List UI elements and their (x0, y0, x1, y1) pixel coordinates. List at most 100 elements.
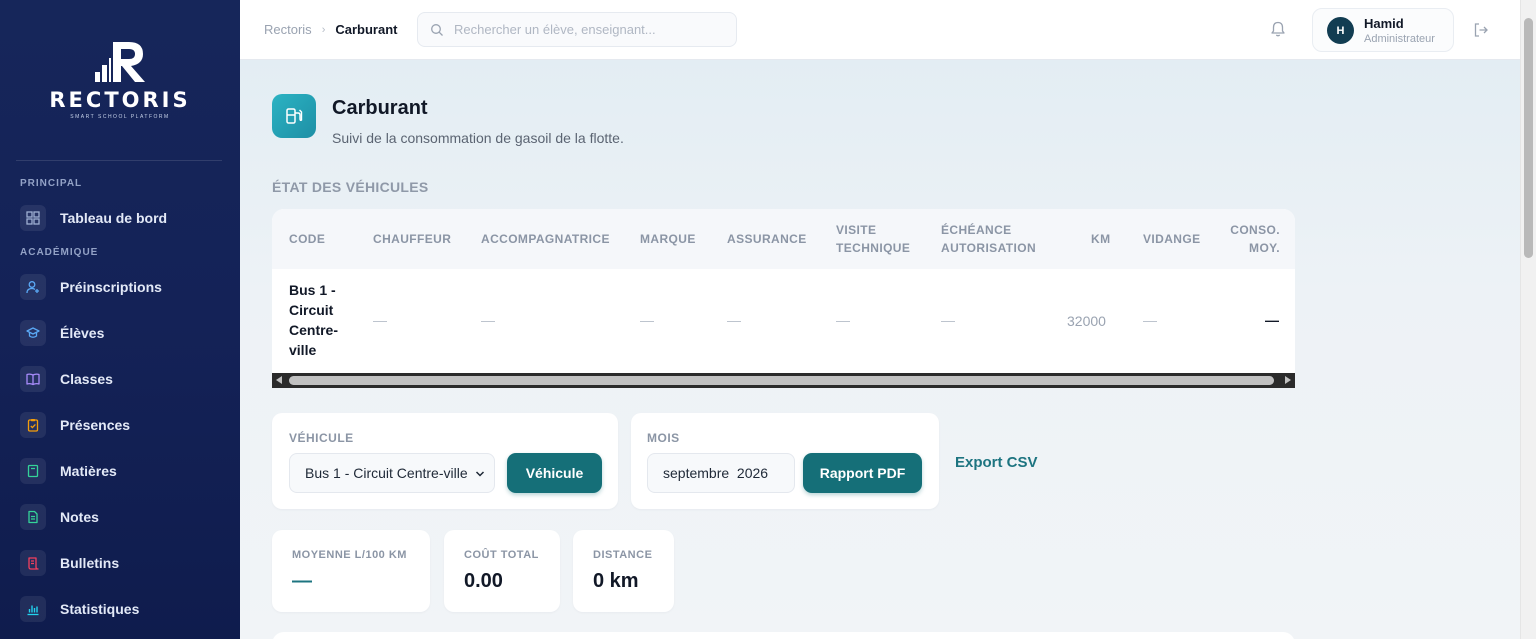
column-header-marque: MARQUE (640, 232, 696, 246)
sidebar-item-tableau-de-bord[interactable]: Tableau de bord (20, 203, 230, 233)
stat-card-distance: DISTANCE 0 km (573, 530, 674, 612)
cell-code: Bus 1 - Circuit Centre-ville (289, 282, 339, 358)
scrollbar-thumb[interactable] (1524, 18, 1533, 258)
user-role: Administrateur (1364, 33, 1435, 45)
sidebar-item-label: Classes (60, 371, 113, 387)
stat-value: 0.00 (464, 570, 503, 592)
cell-assurance: — (727, 312, 741, 328)
sidebar: RECTORIS SMART SCHOOL PLATFORM PRINCIPAL… (0, 0, 240, 639)
table-header: CODE CHAUFFEUR ACCOMPAGNATRICE MARQUE AS… (272, 209, 1295, 269)
stat-label: COÛT TOTAL (464, 549, 539, 561)
graduation-cap-icon (20, 320, 46, 346)
main-content: Carburant Suivi de la consommation de ga… (240, 60, 1520, 639)
notebook-icon (20, 458, 46, 484)
fuel-pump-icon (272, 94, 316, 138)
page-vertical-scrollbar[interactable] (1520, 0, 1536, 639)
sidebar-item-bulletins[interactable]: Bulletins (20, 548, 230, 578)
column-header-chauffeur: CHAUFFEUR (373, 232, 452, 246)
search-box[interactable] (417, 12, 737, 47)
topbar: Rectoris › Carburant H Hamid Administrat… (240, 0, 1520, 60)
logo-text: RECTORIS (49, 88, 191, 112)
cell-chauffeur: — (373, 312, 387, 328)
sidebar-item-statistiques[interactable]: Statistiques (20, 594, 230, 624)
column-header-accompagnatrice: ACCOMPAGNATRICE (481, 232, 610, 246)
logout-icon[interactable] (1472, 21, 1490, 39)
vehicle-select-value: Bus 1 - Circuit Centre-ville (305, 465, 468, 481)
breadcrumb: Rectoris › Carburant (264, 22, 397, 37)
user-name: Hamid (1364, 16, 1404, 31)
month-input-value: septembre 2026 (663, 465, 769, 481)
chevron-down-icon (475, 471, 485, 477)
cell-conso-moy: — (1265, 312, 1279, 328)
section-label-principal: PRINCIPAL (20, 178, 83, 189)
bell-icon[interactable] (1269, 20, 1287, 38)
avatar: H (1327, 17, 1354, 44)
sidebar-item-classes[interactable]: Classes (20, 364, 230, 394)
cell-km: 32000 (1067, 313, 1106, 329)
section-label-academique: ACADÉMIQUE (20, 247, 99, 258)
sidebar-item-label: Préinscriptions (60, 279, 162, 295)
column-header-echeance-autorisation: ÉCHÉANCE AUTORISATION (941, 223, 1037, 255)
sidebar-item-eleves[interactable]: Élèves (20, 318, 230, 348)
sidebar-item-presences[interactable]: Présences (20, 410, 230, 440)
cell-visite-technique: — (836, 312, 850, 328)
sidebar-item-label: Matières (60, 463, 117, 479)
stat-value: — (292, 570, 312, 592)
dashboard-icon (20, 205, 46, 231)
column-header-km: KM (1091, 232, 1111, 246)
vehicles-table: CODE CHAUFFEUR ACCOMPAGNATRICE MARQUE AS… (272, 209, 1295, 388)
bar-chart-icon (20, 596, 46, 622)
next-section-card (272, 632, 1295, 639)
pdf-report-button[interactable]: Rapport PDF (803, 453, 922, 493)
scroll-left-arrow-icon[interactable] (276, 376, 282, 384)
stat-label: MOYENNE L/100 KM (292, 549, 407, 561)
clipboard-check-icon (20, 412, 46, 438)
table-horizontal-scrollbar[interactable] (272, 373, 1295, 388)
sidebar-item-preinscriptions[interactable]: Préinscriptions (20, 272, 230, 302)
app-logo[interactable]: RECTORIS SMART SCHOOL PLATFORM (0, 38, 240, 120)
scrollbar-thumb[interactable] (289, 376, 1274, 385)
sidebar-item-label: Notes (60, 509, 99, 525)
column-header-code: CODE (289, 232, 326, 246)
cell-marque: — (640, 312, 654, 328)
search-input[interactable] (454, 22, 714, 37)
section-title-vehicles: ÉTAT DES VÉHICULES (272, 179, 429, 195)
column-header-assurance: ASSURANCE (727, 232, 807, 246)
column-header-conso-moy: CONSO. MOY. (1230, 223, 1280, 255)
file-text-icon (20, 504, 46, 530)
month-filter-card: MOIS septembre 2026 Rapport PDF (631, 413, 939, 509)
month-label: MOIS (647, 431, 680, 445)
cell-accompagnatrice: — (481, 312, 495, 328)
page-subtitle: Suivi de la consommation de gasoil de la… (332, 130, 624, 146)
stat-card-average: MOYENNE L/100 KM — (272, 530, 430, 612)
breadcrumb-current: Carburant (335, 22, 398, 37)
sidebar-item-label: Bulletins (60, 555, 120, 571)
stat-label: DISTANCE (593, 549, 653, 561)
sidebar-item-notes[interactable]: Notes (20, 502, 230, 532)
cell-echeance-autorisation: — (941, 312, 955, 328)
vehicle-select[interactable]: Bus 1 - Circuit Centre-ville (289, 453, 495, 493)
sidebar-item-matieres[interactable]: Matières (20, 456, 230, 486)
search-icon (431, 23, 443, 36)
month-input[interactable]: septembre 2026 (647, 453, 795, 493)
chevron-right-icon: › (321, 23, 326, 36)
page-title: Carburant (332, 97, 428, 119)
logo-subtitle: SMART SCHOOL PLATFORM (70, 114, 170, 120)
cell-vidange: — (1143, 312, 1157, 328)
column-header-visite-technique: VISITE TECHNIQUE (836, 223, 911, 255)
book-icon (20, 366, 46, 392)
export-csv-link[interactable]: Export CSV (955, 454, 1038, 471)
scroll-right-arrow-icon[interactable] (1285, 376, 1291, 384)
sidebar-item-label: Statistiques (60, 601, 140, 617)
vehicle-filter-card: VÉHICULE Bus 1 - Circuit Centre-ville Vé… (272, 413, 618, 509)
sidebar-item-label: Élèves (60, 325, 105, 341)
column-header-vidange: VIDANGE (1143, 232, 1201, 246)
user-menu[interactable]: H Hamid Administrateur (1312, 8, 1454, 52)
stat-card-total-cost: COÛT TOTAL 0.00 (444, 530, 560, 612)
vehicle-button[interactable]: Véhicule (507, 453, 602, 493)
sidebar-item-label: Tableau de bord (60, 210, 168, 226)
rectoris-logo-icon (95, 42, 145, 82)
vehicle-label: VÉHICULE (289, 431, 354, 445)
breadcrumb-root[interactable]: Rectoris (264, 22, 312, 37)
scroll-icon (20, 550, 46, 576)
